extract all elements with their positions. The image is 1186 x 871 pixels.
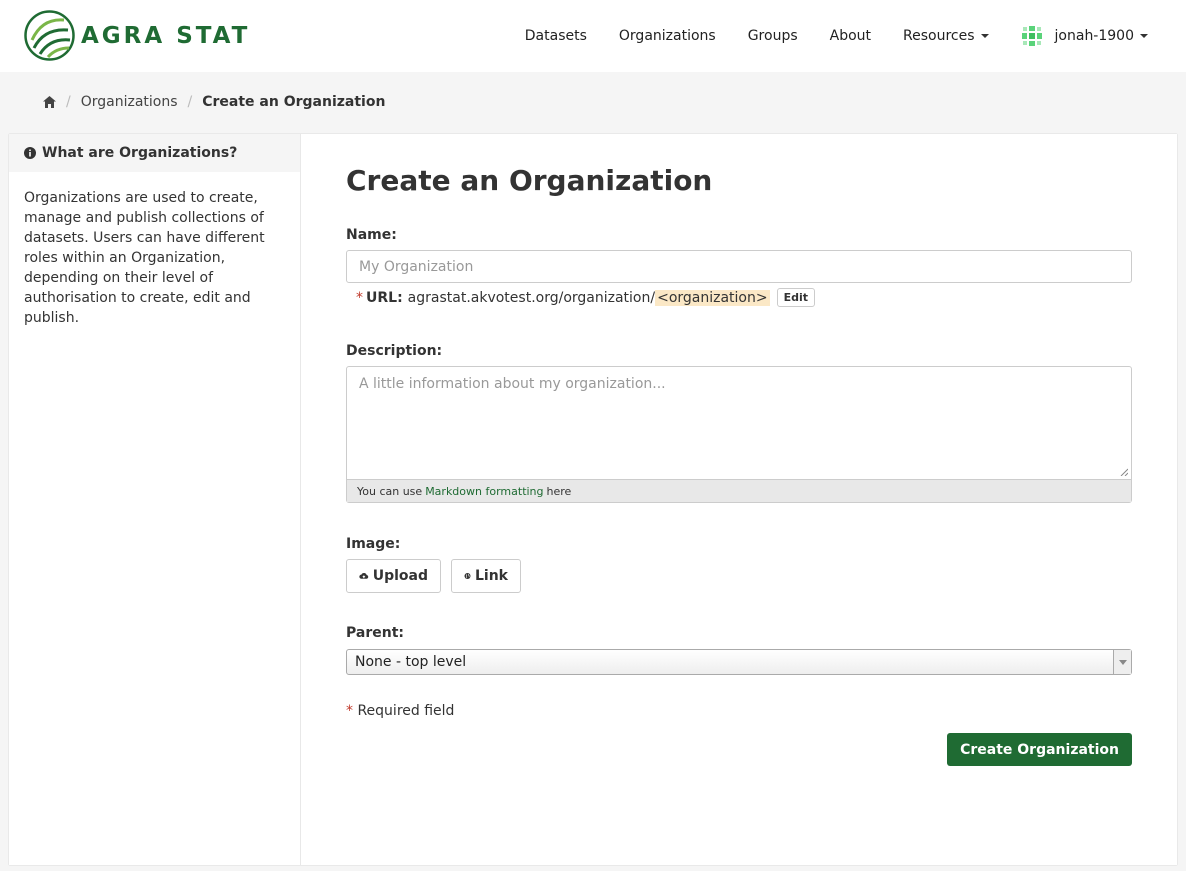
select-arrow[interactable]: [1113, 650, 1131, 674]
sidebar: What are Organizations? Organizations ar…: [9, 134, 301, 865]
description-textarea[interactable]: A little information about my organizati…: [346, 366, 1132, 503]
markdown-link[interactable]: Markdown formatting: [425, 485, 543, 498]
user-name: jonah-1900: [1054, 28, 1134, 44]
upload-label: Upload: [372, 568, 428, 584]
breadcrumb-separator: /: [66, 94, 71, 110]
breadcrumb-organizations[interactable]: Organizations: [81, 94, 178, 110]
nav-about[interactable]: About: [830, 28, 871, 44]
breadcrumb: / Organizations / Create an Organization: [43, 92, 385, 112]
link-button[interactable]: Link: [451, 559, 521, 593]
resize-handle-icon[interactable]: [1120, 468, 1128, 476]
upload-button[interactable]: Upload: [346, 559, 441, 593]
site-logo[interactable]: AGRA STAT: [24, 10, 250, 61]
chevron-down-icon: [980, 34, 989, 38]
info-icon: [24, 147, 36, 159]
breadcrumb-separator: /: [187, 94, 193, 110]
avatar: [1020, 25, 1043, 47]
url-slug: <organization>: [655, 289, 770, 306]
url-line: * URL: agrastat.akvotest.org/organizatio…: [356, 288, 816, 307]
logo-text: AGRA STAT: [81, 22, 251, 49]
home-icon[interactable]: [43, 96, 56, 108]
required-marker: *: [346, 703, 353, 719]
parent-select-value: None - top level: [355, 654, 467, 670]
page-title: Create an Organization: [346, 164, 713, 197]
breadcrumb-current[interactable]: Create an Organization: [202, 94, 385, 110]
cloud-upload-icon: [359, 572, 369, 579]
name-input[interactable]: My Organization: [346, 250, 1132, 283]
sidebar-description: Organizations are used to create, manage…: [24, 190, 265, 326]
nav-resources[interactable]: Resources: [903, 28, 989, 44]
name-label: Name:: [346, 227, 397, 243]
url-label: URL:: [366, 289, 403, 306]
link-label: Link: [475, 568, 508, 584]
chevron-down-icon: [1140, 34, 1148, 38]
logo-icon: [24, 10, 75, 61]
parent-select[interactable]: None - top level: [346, 649, 1132, 675]
sidebar-title: What are Organizations?: [42, 145, 238, 161]
description-placeholder: A little information about my organizati…: [359, 376, 666, 392]
name-input-placeholder: My Organization: [359, 258, 474, 275]
required-note-text: Required field: [357, 703, 455, 719]
markdown-hint: You can use Markdown formatting here: [347, 479, 1131, 502]
required-marker: *: [356, 289, 363, 306]
description-label: Description:: [346, 343, 443, 359]
required-note: * Required field: [346, 703, 454, 719]
site-header: AGRA STAT Datasets Organizations Groups …: [0, 0, 1186, 72]
nav-groups[interactable]: Groups: [748, 28, 798, 44]
nav-resources-label: Resources: [903, 28, 975, 44]
markdown-hint-suffix: here: [546, 484, 572, 498]
url-prefix: agrastat.akvotest.org/organization/: [407, 289, 656, 306]
user-menu[interactable]: jonah-1900: [1020, 25, 1148, 47]
main-panel: What are Organizations? Organizations ar…: [9, 134, 1177, 865]
parent-label: Parent:: [346, 625, 404, 641]
main-nav: Datasets Organizations Groups About Reso…: [493, 0, 1148, 72]
chevron-down-icon: [1118, 659, 1127, 665]
globe-icon: [464, 573, 471, 579]
nav-organizations[interactable]: Organizations: [619, 28, 716, 44]
edit-url-button[interactable]: Edit: [776, 288, 816, 307]
sidebar-heading: What are Organizations?: [9, 134, 300, 172]
image-label: Image:: [346, 536, 401, 552]
markdown-hint-prefix: You can use: [357, 484, 423, 498]
nav-datasets[interactable]: Datasets: [525, 28, 587, 44]
create-organization-button[interactable]: Create Organization: [947, 733, 1132, 766]
